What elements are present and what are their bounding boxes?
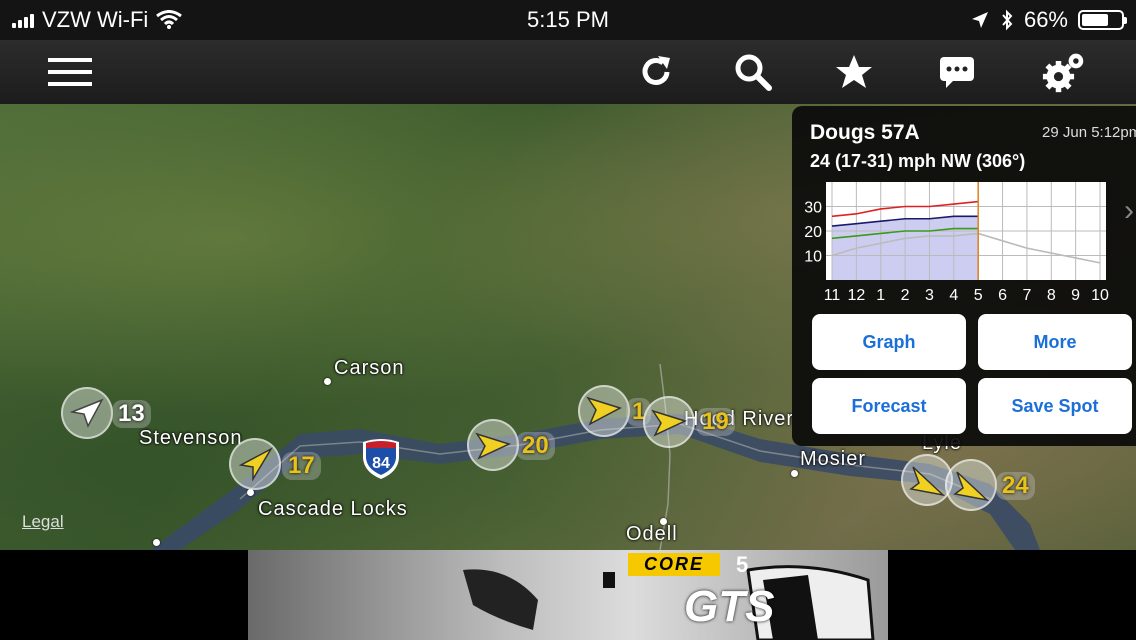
wind-station-marker[interactable]	[945, 459, 997, 511]
wind-arrow-icon	[238, 447, 273, 481]
town-cascade-locks: Cascade Locks	[258, 498, 408, 520]
wind-arrow-icon	[953, 471, 989, 502]
ad-banner[interactable]: CORE 5 GTS	[248, 550, 888, 640]
station-name: Dougs 57A	[810, 121, 920, 144]
chart-x-tick-label: 12	[847, 287, 865, 304]
toolbar	[0, 40, 1136, 104]
town-odell: Odell	[626, 523, 678, 545]
interstate-shield-icon: 84	[363, 439, 399, 479]
menu-icon[interactable]	[48, 50, 92, 94]
chart-x-tick-label: 6	[998, 287, 1007, 304]
ad-product: GTS	[684, 582, 775, 631]
star-icon[interactable]	[832, 50, 876, 94]
town-dot	[153, 539, 160, 546]
settings-icon[interactable]	[1042, 50, 1086, 94]
chart-x-tick-label: 3	[925, 287, 934, 304]
bluetooth-icon	[1002, 9, 1013, 31]
wind-arrow-icon	[586, 396, 622, 426]
wind-speed-label: 17	[282, 452, 321, 480]
graph-button[interactable]: Graph	[812, 314, 966, 370]
wind-station-marker[interactable]	[643, 396, 695, 448]
chat-icon[interactable]	[935, 50, 979, 94]
town-dot	[247, 489, 254, 496]
town-carson: Carson	[334, 357, 405, 379]
clock: 5:15 PM	[527, 7, 609, 32]
wind-speed-label: 19	[696, 408, 735, 436]
ad-brand: CORE	[628, 553, 721, 576]
wind-speed-label: 13	[112, 400, 151, 428]
wind-speed-label: 20	[516, 432, 555, 460]
save-spot-button[interactable]: Save Spot	[978, 378, 1132, 434]
status-right: 66%	[970, 7, 1127, 33]
wind-station-marker[interactable]	[61, 387, 113, 439]
chart-x-tick-label: 8	[1047, 287, 1056, 304]
interstate-number: 84	[372, 455, 390, 472]
wind-speed-label: 24	[996, 472, 1035, 500]
wind-station-marker[interactable]	[229, 438, 281, 490]
wind-station-marker[interactable]	[467, 419, 519, 471]
wind-arrow-icon	[651, 409, 687, 437]
town-mosier: Mosier	[800, 448, 867, 470]
wind-arrow-icon	[475, 432, 511, 460]
wind-arrow-icon	[70, 398, 104, 428]
chart-x-tick-label: 4	[949, 287, 958, 304]
chart-x-tick-label: 10	[1091, 287, 1109, 304]
refresh-icon[interactable]	[634, 50, 678, 94]
town-dot	[791, 470, 798, 477]
search-icon[interactable]	[731, 50, 775, 94]
chart-y-tick-label: 30	[804, 200, 822, 217]
chart-x-tick-label: 9	[1071, 287, 1080, 304]
more-button[interactable]: More	[978, 314, 1132, 370]
chart-x-tick-label: 5	[974, 287, 983, 304]
town-dot	[324, 378, 331, 385]
location-arrow-icon	[971, 12, 988, 28]
legal-link[interactable]: Legal	[22, 512, 64, 532]
wind-chart[interactable]: 10203011 12 1 2 3 4 5 6 7 8 9 10	[800, 182, 1130, 306]
station-wind-summary: 24 (17-31) mph NW (306°)	[810, 151, 1026, 171]
chart-y-tick-label: 20	[804, 224, 822, 241]
wind-arrow-icon	[909, 466, 945, 497]
chart-x-tick-label: 7	[1022, 287, 1031, 304]
chart-x-tick-label: 1	[876, 287, 885, 304]
battery-icon	[1078, 10, 1127, 30]
ad-version: 5	[736, 552, 749, 577]
station-popup: Dougs 57A 29 Jun 5:12pm 24 (17-31) mph N…	[792, 106, 1136, 446]
wind-station-marker[interactable]	[578, 385, 630, 437]
chart-y-tick-label: 10	[804, 249, 822, 266]
battery-percent: 66%	[1023, 7, 1068, 32]
station-timestamp: 29 Jun 5:12pm	[1042, 124, 1136, 141]
town-stevenson: Stevenson	[139, 427, 243, 449]
forecast-button[interactable]: Forecast	[812, 378, 966, 434]
chart-x-tick-label: 11	[824, 287, 841, 304]
chart-x-tick-label: 2	[901, 287, 910, 304]
ad-artwork	[463, 565, 875, 640]
status-bar: VZW Wi-Fi 5:15 PM 66%	[0, 0, 1136, 40]
